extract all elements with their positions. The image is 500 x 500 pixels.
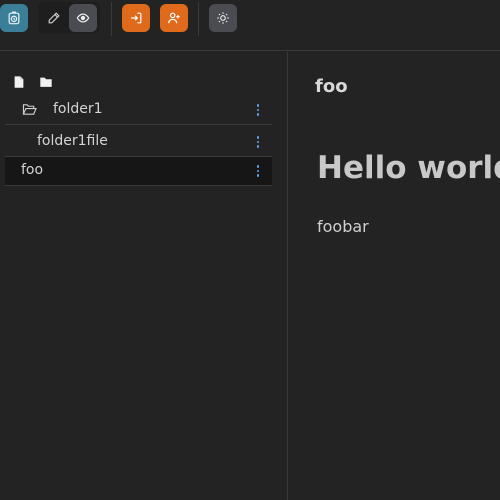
kebab-menu-icon[interactable] — [252, 134, 264, 150]
toolbar-divider — [111, 2, 112, 36]
document-title: foo — [315, 76, 348, 97]
eye-icon — [76, 13, 90, 23]
sun-icon — [217, 12, 229, 24]
timer-icon — [8, 11, 20, 25]
document-heading: Hello world — [317, 150, 500, 186]
app-logo-button[interactable] — [0, 4, 28, 32]
toolbar-divider — [198, 2, 199, 36]
tree-item-foo[interactable]: foo — [5, 157, 272, 186]
document-view: foo Hello world foobar — [289, 52, 500, 500]
new-file-button[interactable] — [12, 74, 26, 90]
add-user-button[interactable] — [160, 4, 188, 32]
kebab-menu-icon[interactable] — [252, 163, 264, 179]
view-mode-toggle — [38, 2, 100, 34]
tree-item-folder1[interactable]: folder1 — [5, 96, 272, 125]
tree-item-folder1file[interactable]: folder1file — [5, 128, 272, 157]
document-paragraph: foobar — [317, 217, 369, 236]
login-button[interactable] — [122, 4, 150, 32]
new-folder-button[interactable] — [39, 74, 53, 90]
theme-toggle-button[interactable] — [209, 4, 237, 32]
tree-item-label: foo — [21, 162, 44, 178]
sidebar-actions — [12, 74, 53, 90]
folder-open-icon — [22, 104, 37, 115]
tree-item-label: folder1file — [37, 133, 108, 149]
toolbar — [0, 0, 500, 51]
file-tree-sidebar: folder1 folder1file foo — [0, 52, 288, 500]
preview-mode-button[interactable] — [69, 4, 97, 32]
login-icon — [131, 12, 142, 24]
new-folder-icon — [40, 77, 52, 87]
app-window: folder1 folder1file foo foo Hello world … — [0, 0, 500, 500]
tree-item-label: folder1 — [53, 101, 103, 117]
pencil-icon — [48, 12, 60, 24]
edit-mode-button[interactable] — [40, 4, 68, 32]
user-plus-icon — [168, 12, 180, 24]
kebab-menu-icon[interactable] — [252, 102, 264, 118]
new-file-icon — [14, 76, 24, 88]
